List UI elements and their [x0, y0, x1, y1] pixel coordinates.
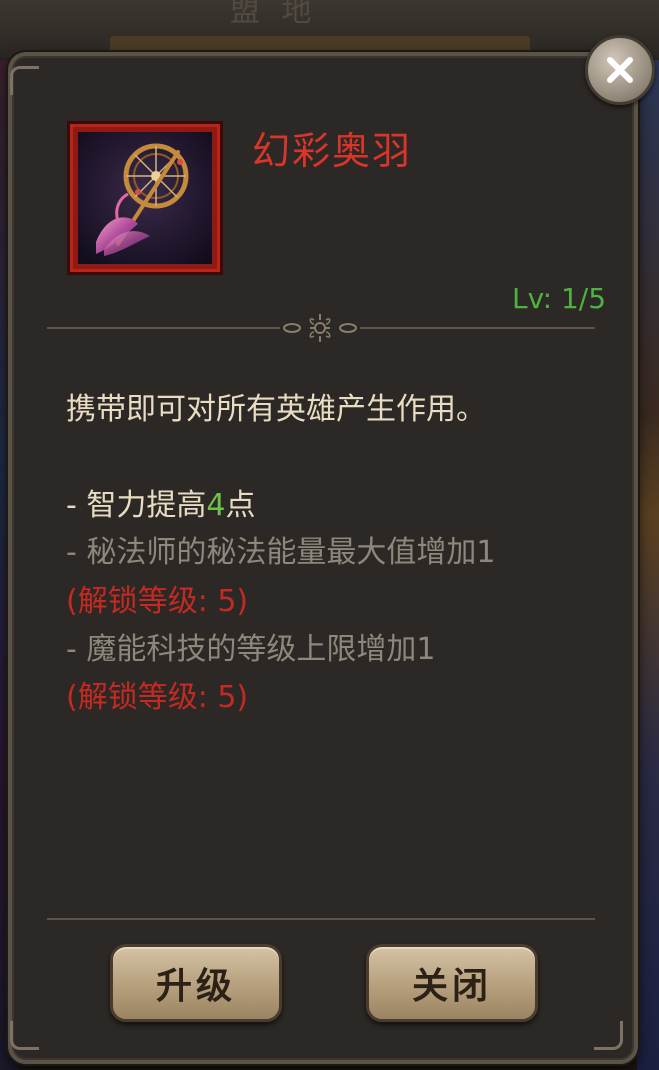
item-level: Lv: 1/5: [512, 282, 607, 315]
upgrade-button[interactable]: 升级: [110, 944, 282, 1022]
corner-ornament: [594, 1021, 623, 1050]
unlock-requirement: (解锁等级: 5): [66, 680, 249, 715]
close-button[interactable]: 关闭: [366, 944, 538, 1022]
divider: [47, 918, 595, 920]
corner-ornament: [10, 66, 39, 95]
close-icon: [607, 57, 633, 83]
item-description: 携带即可对所有英雄产生作用。: [66, 392, 486, 427]
item-name: 幻彩奥羽: [252, 129, 413, 173]
close-button-label: 关闭: [411, 966, 492, 1007]
divider-ornament: [280, 310, 360, 346]
stat-bonus-suffix: 点: [225, 488, 256, 523]
unlock-requirement: (解锁等级: 5): [66, 584, 249, 619]
locked-effect-line: - 秘法师的秘法能量最大值增加1: [66, 535, 496, 570]
background-right-edge: [637, 60, 659, 1070]
stat-bonus-prefix: - 智力提高: [66, 488, 207, 523]
upgrade-button-label: 升级: [155, 966, 236, 1007]
stat-bonus-value: 4: [206, 488, 226, 523]
item-icon-frame: [67, 121, 223, 275]
close-x-button[interactable]: [585, 35, 655, 105]
background-title: 盟 地: [230, 0, 318, 29]
feather-staff-icon: [78, 132, 212, 264]
stat-bonus-line: - 智力提高4点: [66, 480, 255, 524]
corner-ornament: [10, 1021, 39, 1050]
background-header: 盟 地: [0, 0, 659, 58]
locked-effect-line: - 魔能科技的等级上限增加1: [66, 632, 436, 667]
